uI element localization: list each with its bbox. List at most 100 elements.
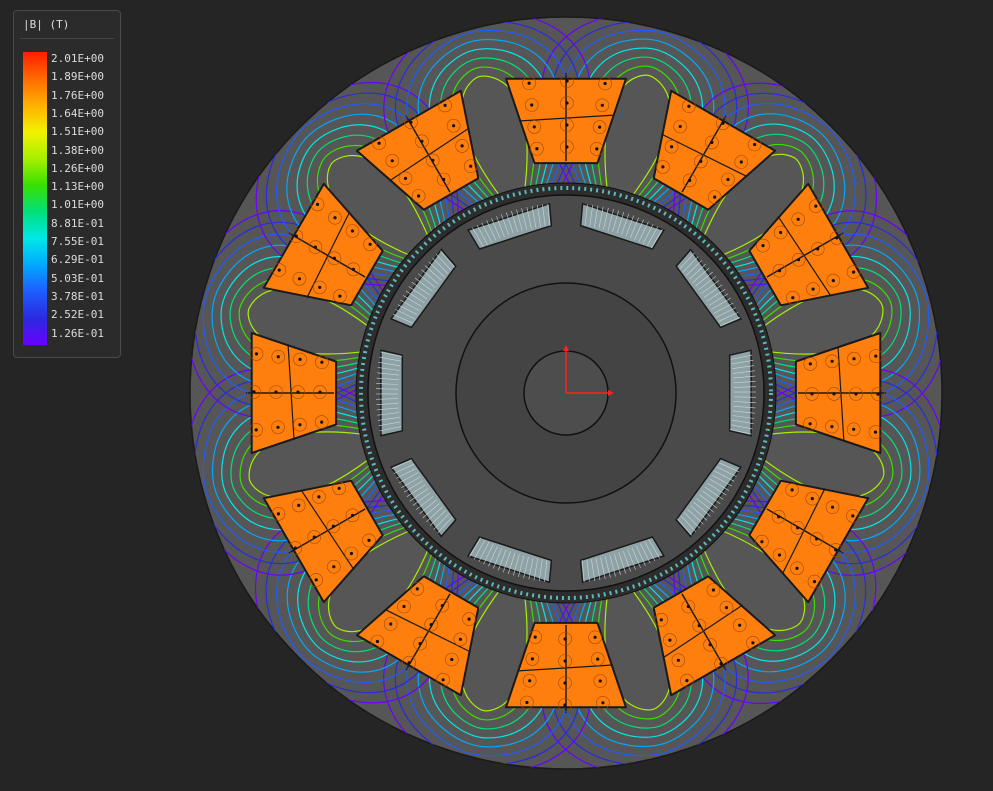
conductor-dot <box>852 427 856 431</box>
conductor-dot <box>377 141 381 145</box>
conductor-dot <box>294 234 298 238</box>
conductor-dot <box>808 422 812 426</box>
conductor-dot <box>796 526 800 530</box>
conductor-dot <box>598 125 602 129</box>
conductor-dot <box>368 242 372 246</box>
legend-label: 1.01E+00 <box>51 198 104 212</box>
conductor-dot <box>565 123 569 127</box>
conductor-dot <box>450 657 454 662</box>
conductor-dot <box>713 195 717 199</box>
conductor-dot <box>467 617 471 621</box>
conductor-dot <box>796 217 800 221</box>
conductor-dot <box>375 639 379 644</box>
conductor-dot <box>533 635 537 639</box>
conductor-dot <box>711 588 716 592</box>
legend-divider <box>20 38 114 39</box>
color-legend[interactable]: |B| (T) 2.01E+00 1.89E+00 1.76E+00 1.64E+00… <box>13 10 121 358</box>
conductor-dot <box>418 642 422 646</box>
conductor-dot <box>565 101 569 105</box>
conductor-dot <box>830 425 834 429</box>
conductor-dot <box>810 392 814 396</box>
conductor-dot <box>469 164 473 168</box>
legend-label: 8.81E-01 <box>51 216 104 230</box>
viewport[interactable]: |B| (T) 2.01E+00 1.89E+00 1.76E+00 1.64E+00… <box>0 0 993 791</box>
conductor-dot <box>854 392 858 396</box>
conductor-dot <box>429 623 433 627</box>
conductor-dot <box>738 623 742 627</box>
conductor-dot <box>460 144 464 148</box>
legend-label: 1.38E+00 <box>51 143 104 157</box>
conductor-dot <box>315 202 320 206</box>
conductor-dot <box>710 140 714 144</box>
legend-label: 2.52E-01 <box>51 308 104 322</box>
conductor-dot <box>777 553 782 557</box>
conductor-dot <box>659 618 663 622</box>
conductor-dot <box>668 638 672 642</box>
conductor-dot <box>797 258 801 262</box>
conductor-dot <box>332 256 336 260</box>
conductor-dot <box>685 679 689 683</box>
conductor-dot <box>252 390 256 394</box>
conductor-dot <box>779 230 783 235</box>
legend-colorbar <box>23 52 47 345</box>
conductor-dot <box>830 359 834 363</box>
conductor-dot <box>777 269 782 273</box>
conductor-dot <box>808 362 812 366</box>
conductor-dot <box>313 245 317 249</box>
conductor-dot <box>350 513 355 517</box>
conductor-dot <box>417 194 421 198</box>
conductor-dot <box>402 604 406 609</box>
conductor-dot <box>661 165 665 169</box>
conductor-dot <box>852 357 856 361</box>
conductor-dot <box>835 236 839 240</box>
conductor-dot <box>563 637 567 641</box>
conductor-dot <box>595 147 599 151</box>
conductor-dot <box>350 229 355 233</box>
conductor-dot <box>276 425 280 429</box>
conductor-dot <box>874 354 878 358</box>
conductor-dot <box>409 120 413 124</box>
conductor-dot <box>601 701 605 705</box>
conductor-dot <box>532 125 536 129</box>
conductor-dot <box>563 703 567 707</box>
legend-label: 7.55E-01 <box>51 235 104 248</box>
conductor-dot <box>349 551 353 556</box>
conductor-dot <box>535 147 539 151</box>
conductor-dot <box>298 357 302 361</box>
conductor-dot <box>318 285 322 289</box>
conductor-dot <box>753 142 757 147</box>
legend-label: 1.51E+00 <box>51 125 104 139</box>
conductor-dot <box>760 540 764 544</box>
conductor-dot <box>527 81 531 85</box>
conductor-dot <box>816 247 820 251</box>
conductor-dot <box>726 177 730 182</box>
conductor-dot <box>332 565 336 569</box>
conductor-dot <box>721 121 725 125</box>
legend-label: 1.26E-01 <box>51 326 104 340</box>
conductor-dot <box>403 176 408 180</box>
conductor-dot <box>851 514 855 518</box>
conductor-dot <box>296 390 300 394</box>
motor-cross-section[interactable] <box>0 0 993 791</box>
legend-label: 1.13E+00 <box>51 180 104 194</box>
legend-label: 6.29E-01 <box>51 253 104 267</box>
conductor-dot <box>832 392 836 396</box>
conductor-dot <box>276 512 280 516</box>
conductor-dot <box>724 606 729 610</box>
conductor-dot <box>298 423 302 427</box>
conductor-dot <box>565 79 569 83</box>
conductor-dot <box>367 538 371 543</box>
conductor-dot <box>795 566 799 570</box>
conductor-dot <box>276 355 280 359</box>
conductor-dot <box>598 679 602 683</box>
conductor-dot <box>351 267 355 271</box>
conductor-dot <box>331 524 335 528</box>
conductor-dot <box>811 287 815 291</box>
legend-label: 1.89E+00 <box>51 70 104 84</box>
conductor-dot <box>761 244 765 248</box>
conductor-dot <box>686 604 690 609</box>
conductor-dot <box>815 537 819 541</box>
legend-label: 3.78E-01 <box>51 289 104 303</box>
conductor-dot <box>293 546 297 550</box>
conductor-dot <box>390 159 394 163</box>
